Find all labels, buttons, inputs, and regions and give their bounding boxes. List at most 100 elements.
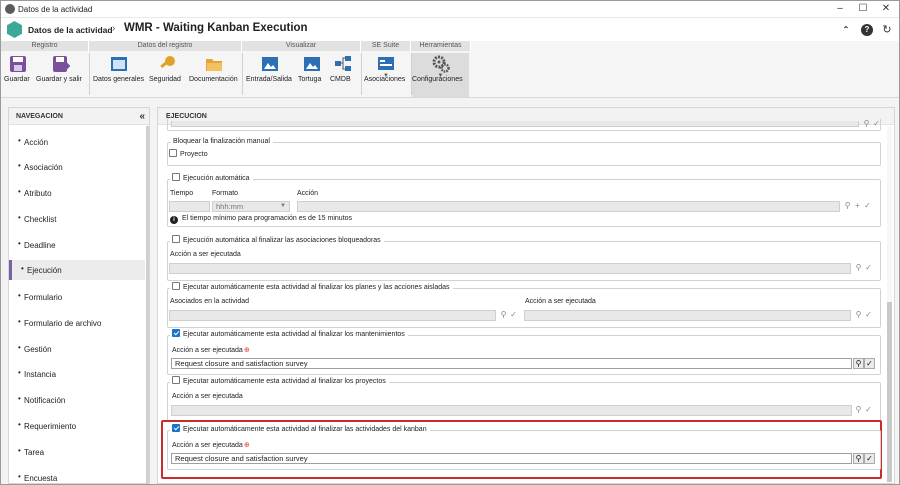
nav-item-ejecucion[interactable]: Ejecución <box>9 260 145 280</box>
collapse-up-icon[interactable]: ⌃ <box>840 24 852 36</box>
clear-icon[interactable]: ✓ <box>864 453 875 464</box>
collapse-left-icon[interactable]: « <box>139 111 145 122</box>
assoc-accion-input[interactable] <box>169 263 851 274</box>
nav-header: NAVEGACION « <box>9 108 149 125</box>
formato-select[interactable]: hhh:mm ▼ <box>212 201 290 212</box>
datos-generales-button[interactable]: Datos generales <box>93 53 145 97</box>
minimize-button[interactable]: – <box>833 3 847 15</box>
main-scrollbar-thumb[interactable] <box>887 302 892 482</box>
nav-item-requerimiento[interactable]: Requerimiento <box>9 416 145 436</box>
asociados-label: Asociados en la actividad <box>170 298 249 305</box>
ribbon-divider <box>361 53 362 95</box>
clear-icon[interactable]: ✓ <box>863 405 874 416</box>
asociados-input[interactable] <box>169 310 496 321</box>
guardar-button[interactable]: Guardar <box>4 53 32 97</box>
nav-item-tarea[interactable]: Tarea <box>9 442 145 462</box>
ribbon-divider <box>89 53 90 95</box>
accion-ejecutada-label: Acción a ser ejecutada <box>170 251 241 258</box>
save-icon <box>9 55 27 73</box>
nav-item-accion[interactable]: Acción <box>9 132 145 152</box>
ejecucion-automatica-checkbox[interactable]: Ejecución automática <box>170 173 253 183</box>
nav-item-encuesta[interactable]: Encuesta <box>9 468 145 484</box>
ribbon-group-registro: Registro <box>1 41 89 51</box>
nav-item-instancia[interactable]: Instancia <box>9 364 145 384</box>
guardar-y-salir-button[interactable]: Guardar y salir <box>36 53 86 97</box>
nav-item-formulario-archivo[interactable]: Formulario de archivo <box>9 313 145 333</box>
truncated-input <box>171 121 859 127</box>
info-message: i El tiempo mínimo para programación es d… <box>170 215 352 224</box>
tortuga-button[interactable]: Tortuga <box>298 53 326 97</box>
nav-scrollbar[interactable] <box>146 126 149 484</box>
documentacion-button[interactable]: Documentación <box>189 53 239 97</box>
activity-window: Datos de la actividad – ☐ ✕ Datos de la … <box>0 0 900 485</box>
window-title: Datos de la actividad <box>18 5 93 14</box>
info-icon: i <box>170 216 178 224</box>
maximize-button[interactable]: ☐ <box>856 3 870 15</box>
turtle-image-icon <box>303 55 321 73</box>
ribbon-group-visualizar: Visualizar <box>242 41 361 51</box>
search-icon[interactable]: ⚲ <box>853 358 864 369</box>
nav-item-asociacion[interactable]: Asociación <box>9 157 145 177</box>
proyectos-checkbox[interactable]: Ejecutar automáticamente esta actividad … <box>170 376 389 386</box>
close-button[interactable]: ✕ <box>879 3 893 15</box>
app-icon <box>5 4 15 14</box>
accion-label: Acción <box>297 190 319 197</box>
app-logo-icon <box>7 21 22 38</box>
breadcrumb-root[interactable]: Datos de la actividad <box>28 25 113 35</box>
tiempo-label: Tiempo <box>170 190 194 197</box>
fieldset-proyectos <box>167 382 881 422</box>
general-data-icon <box>110 55 128 73</box>
nav-item-gestion[interactable]: Gestión <box>9 339 145 359</box>
planes-accion-input[interactable] <box>524 310 851 321</box>
fieldset-kanban <box>167 430 881 470</box>
associations-icon <box>377 55 395 73</box>
nav-item-formulario[interactable]: Formulario <box>9 287 145 307</box>
save-exit-icon <box>52 55 71 73</box>
refresh-icon[interactable]: ↻ <box>881 24 893 36</box>
nav-item-atributo[interactable]: Atributo <box>9 183 145 203</box>
clear-icon[interactable]: ✓ <box>508 310 519 321</box>
cmdb-button[interactable]: CMDB <box>330 53 356 97</box>
nav-item-notificacion[interactable]: Notificación <box>9 390 145 410</box>
clear-icon[interactable]: ✓ <box>863 263 874 274</box>
fieldset-mantenimientos <box>167 335 881 375</box>
kanban-accion-input[interactable]: Request closure and satisfaction survey <box>171 453 852 464</box>
accion-input[interactable] <box>297 201 840 212</box>
tiempo-input[interactable] <box>169 201 210 212</box>
page-header: Datos de la actividad › WMR - Waiting Ka… <box>1 18 899 41</box>
planes-accion-label: Acción a ser ejecutada <box>525 298 596 305</box>
nav-item-checklist[interactable]: Checklist <box>9 209 145 229</box>
chevron-down-icon: ▼ <box>280 203 286 209</box>
entrada-salida-button[interactable]: Entrada/Salida <box>246 53 294 97</box>
ribbon-group-herramientas: Herramientas <box>411 41 471 51</box>
asociaciones-bloqueadoras-checkbox[interactable]: Ejecución automática al finalizar las as… <box>170 235 384 245</box>
clear-icon[interactable]: ✓ <box>863 310 874 321</box>
mantenimientos-checkbox[interactable]: Ejecutar automáticamente esta actividad … <box>170 329 408 339</box>
nav-item-deadline[interactable]: Deadline <box>9 235 145 255</box>
search-icon[interactable]: ⚲ <box>853 453 864 464</box>
clear-icon[interactable]: ✓ <box>862 201 873 212</box>
kanban-checkbox[interactable]: Ejecutar automáticamente esta actividad … <box>170 424 430 434</box>
checkbox-box[interactable] <box>169 149 177 157</box>
page-title: WMR - Waiting Kanban Execution <box>124 22 308 34</box>
configuraciones-button[interactable]: Configuraciones ▼ <box>412 53 469 97</box>
cmdb-icon <box>334 55 352 73</box>
mant-accion-input[interactable]: Request closure and satisfaction survey <box>171 358 852 369</box>
checkbox-box[interactable] <box>172 173 180 181</box>
clear-icon[interactable]: ✓ <box>864 358 875 369</box>
checkbox-box[interactable] <box>172 424 180 432</box>
clear-icon[interactable]: ✓ <box>871 119 882 130</box>
planes-checkbox[interactable]: Ejecutar automáticamente esta actividad … <box>170 282 453 292</box>
checkbox-box[interactable] <box>172 376 180 384</box>
ribbon-group-se-suite: SE Suite <box>361 41 411 51</box>
breadcrumb-chevron-icon: › <box>112 23 116 34</box>
proyecto-checkbox[interactable]: Proyecto <box>169 149 208 158</box>
checkbox-box[interactable] <box>172 282 180 290</box>
proy-accion-input[interactable] <box>171 405 852 416</box>
help-icon[interactable]: ? <box>861 24 873 36</box>
seguridad-button[interactable]: Seguridad <box>149 53 185 97</box>
execution-panel: EJECUCION ⚲ ✓ Bloquear la finalización m… <box>157 107 895 484</box>
asociaciones-button[interactable]: Asociaciones ▼ <box>364 53 408 97</box>
checkbox-box[interactable] <box>172 235 180 243</box>
checkbox-box[interactable] <box>172 329 180 337</box>
